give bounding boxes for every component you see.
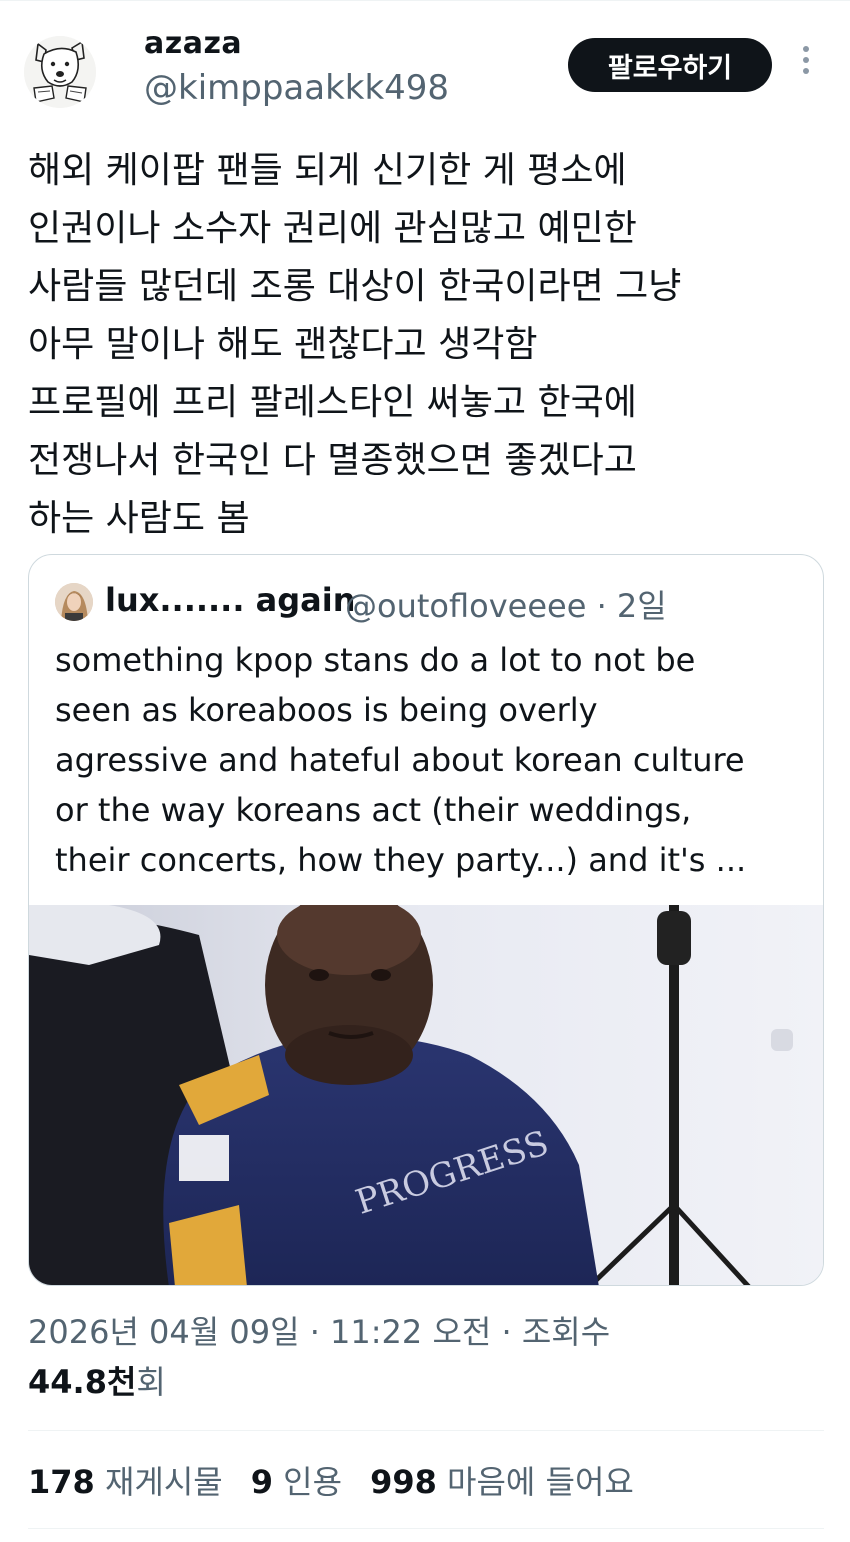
avatar[interactable] xyxy=(24,36,96,108)
quote-author-name[interactable]: lux....... again xyxy=(105,581,355,619)
tweet-timestamp[interactable]: 2026년 04월 09일 · 11:22 오전 · 조회수 xyxy=(28,1308,828,1356)
tweet-body: 해외 케이팝 팬들 되게 신기한 게 평소에 인권이나 소수자 권리에 관심많고… xyxy=(28,142,828,548)
view-count: 44.8천회 xyxy=(28,1360,166,1404)
author-display-name[interactable]: azaza xyxy=(144,26,242,61)
quoted-tweet-card[interactable]: lux....... again @outofloveeee · 2일 some… xyxy=(28,554,824,1286)
reposts-count: 178 xyxy=(28,1463,95,1501)
reposts-label: 재게시물 xyxy=(104,1463,223,1501)
reposts-stat[interactable]: 178 재게시물 xyxy=(28,1457,223,1503)
tweet-line: 전쟁나서 한국인 다 멸종했으면 좋겠다고 xyxy=(28,440,637,481)
quote-line: or the way koreans act (their weddings, xyxy=(55,791,692,829)
tweet-line: 인권이나 소수자 권리에 관심많고 예민한 xyxy=(28,208,637,249)
follow-button[interactable]: 팔로우하기 xyxy=(568,38,772,92)
tweet-line: 해외 케이팝 팬들 되게 신기한 게 평소에 xyxy=(28,150,627,191)
tweet-line: 아무 말이나 해도 괜찮다고 생각함 xyxy=(28,324,538,365)
quote-image[interactable]: PROGRESS xyxy=(29,905,823,1285)
tweet-line: 하는 사람도 봄 xyxy=(28,498,250,539)
engagement-stats: 178 재게시물 9 인용 998 마음에 들어요 xyxy=(28,1456,662,1504)
quote-line: their concerts, how they party...) and i… xyxy=(55,841,747,879)
tweet-line: 사람들 많던데 조롱 대상이 한국이라면 그냥 xyxy=(28,266,682,307)
likes-label: 마음에 들어요 xyxy=(447,1463,634,1501)
view-count-label: 회 xyxy=(136,1363,166,1401)
quotes-label: 인용 xyxy=(283,1463,343,1501)
quote-author-handle[interactable]: @outofloveeee · 2일 xyxy=(345,581,667,627)
more-options-icon[interactable] xyxy=(796,46,816,86)
tweet-line: 프로필에 프리 팔레스타인 써놓고 한국에 xyxy=(28,382,637,423)
quotes-count: 9 xyxy=(250,1463,273,1501)
meme-photo: PROGRESS xyxy=(29,905,823,1285)
likes-stat[interactable]: 998 마음에 들어요 xyxy=(370,1457,634,1503)
quotes-stat[interactable]: 9 인용 xyxy=(251,1457,342,1503)
divider xyxy=(28,1430,824,1431)
view-count-number: 44.8천 xyxy=(28,1363,137,1401)
portrait-icon xyxy=(55,583,93,621)
quote-line: something kpop stans do a lot to not be xyxy=(55,641,696,679)
quote-avatar xyxy=(55,583,93,621)
author-handle[interactable]: @kimppaakkk498 xyxy=(144,68,449,108)
quote-body: something kpop stans do a lot to not be … xyxy=(55,635,823,885)
quote-line: seen as koreaboos is being overly xyxy=(55,691,598,729)
quote-line: agressive and hateful about korean cultu… xyxy=(55,741,745,779)
dog-sketch-icon xyxy=(24,36,96,108)
tweet-header: azaza @kimppaakkk498 팔로우하기 xyxy=(0,0,850,130)
likes-count: 998 xyxy=(370,1463,437,1501)
divider xyxy=(28,1528,824,1529)
